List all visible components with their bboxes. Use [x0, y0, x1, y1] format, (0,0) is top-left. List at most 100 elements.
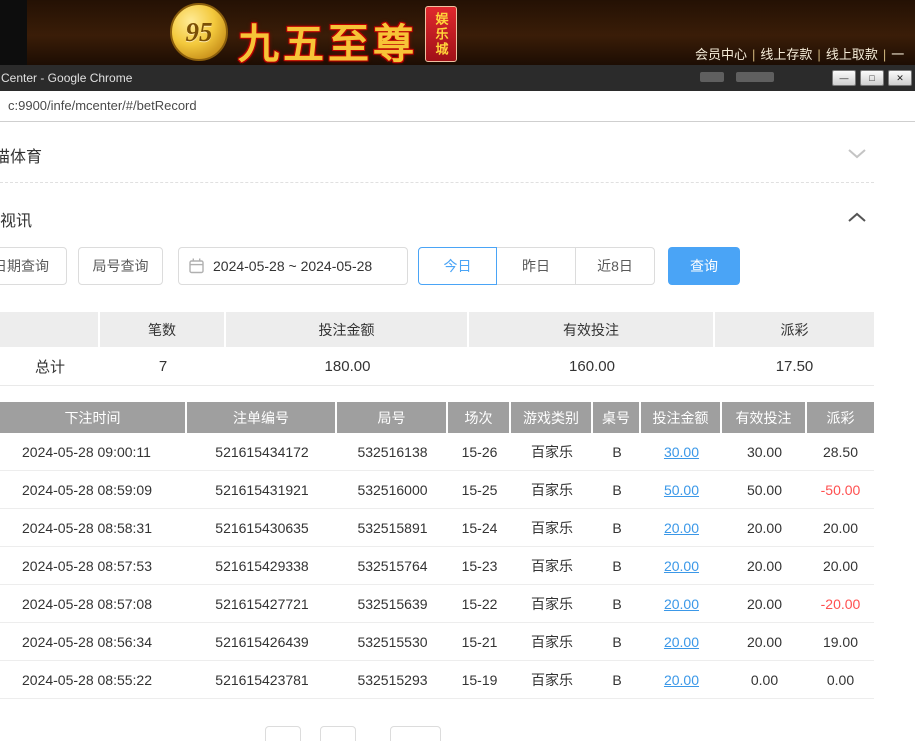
close-button[interactable]: ✕: [888, 70, 912, 86]
logo-text: 九五至尊: [238, 10, 418, 70]
date-range-input[interactable]: 2024-05-28 ~ 2024-05-28: [178, 247, 408, 285]
table-number: B: [593, 585, 641, 622]
table-row: 2024-05-28 08:55:22521615423781532515293…: [0, 661, 874, 699]
bet-amount-link[interactable]: 50.00: [641, 471, 722, 508]
valid-bet: 50.00: [722, 471, 807, 508]
yesterday-button[interactable]: 昨日: [496, 247, 576, 285]
table-number: B: [593, 433, 641, 470]
top-nav-link[interactable]: 线上存款: [760, 47, 812, 62]
bet-amount-link[interactable]: 20.00: [641, 547, 722, 584]
left-black-strip: [0, 0, 27, 65]
valid-bet: 20.00: [722, 509, 807, 546]
round-number: 532515639: [337, 585, 448, 622]
chevron-down-icon[interactable]: [848, 148, 866, 160]
bet-amount-link[interactable]: 30.00: [641, 433, 722, 470]
minimize-button[interactable]: —: [832, 70, 856, 86]
session: 15-19: [448, 661, 511, 698]
summary-header-cell: 投注金额: [226, 312, 469, 347]
records-header-row: 下注时间注单编号局号场次游戏类别桌号投注金额有效投注派彩: [0, 402, 874, 433]
summary-header-row: 笔数投注金额有效投注派彩: [0, 312, 874, 347]
bet-time: 2024-05-28 08:57:08: [0, 585, 187, 622]
table-number: B: [593, 623, 641, 660]
pagination: [0, 726, 874, 741]
bet-time: 2024-05-28 09:00:11: [0, 433, 187, 470]
top-nav-link[interactable]: 会员中心: [695, 47, 747, 62]
top-nav-link[interactable]: 一: [891, 47, 904, 62]
payout: -20.00: [807, 585, 874, 622]
summary-body-row: 总计7180.00160.0017.50: [0, 347, 874, 386]
round-number: 532515891: [337, 509, 448, 546]
bet-id: 521615427721: [187, 585, 337, 622]
records-header-cell: 注单编号: [187, 402, 337, 433]
pagination-button[interactable]: [390, 726, 441, 741]
payout: 28.50: [807, 433, 874, 470]
bet-time: 2024-05-28 08:56:34: [0, 623, 187, 660]
payout: 20.00: [807, 547, 874, 584]
summary-header-cell: 笔数: [100, 312, 226, 347]
today-button[interactable]: 今日: [418, 247, 497, 285]
browser-url-bar[interactable]: c:9900/infe/mcenter/#/betRecord: [0, 91, 915, 122]
bet-time: 2024-05-28 08:58:31: [0, 509, 187, 546]
table-number: B: [593, 471, 641, 508]
table-number: B: [593, 509, 641, 546]
table-row: 2024-05-28 09:00:11521615434172532516138…: [0, 433, 874, 471]
round-query-button[interactable]: 局号查询: [78, 247, 163, 285]
section-sports[interactable]: 猫体育: [0, 138, 874, 170]
section-video-label: 视讯: [0, 207, 32, 231]
last-8-days-button[interactable]: 近8日: [575, 247, 655, 285]
calendar-icon: [189, 258, 204, 274]
bet-amount-link[interactable]: 20.00: [641, 661, 722, 698]
bet-id: 521615434172: [187, 433, 337, 470]
summary-header-cell: [0, 312, 100, 347]
valid-bet: 20.00: [722, 547, 807, 584]
section-divider: [0, 182, 874, 183]
records-header-cell: 有效投注: [722, 402, 807, 433]
logo-coin-icon: 95: [170, 3, 228, 61]
pagination-button[interactable]: [320, 726, 356, 741]
query-button[interactable]: 查询: [668, 247, 740, 285]
records-header-cell: 派彩: [807, 402, 874, 433]
section-video[interactable]: 视讯: [0, 202, 874, 234]
table-row: 2024-05-28 08:59:09521615431921532516000…: [0, 471, 874, 509]
site-header: 95 九五至尊 娱乐城 会员中心|线上存款|线上取款|一: [0, 0, 915, 65]
game-type: 百家乐: [511, 585, 593, 622]
bet-id: 521615426439: [187, 623, 337, 660]
bet-amount-link[interactable]: 20.00: [641, 509, 722, 546]
date-query-button[interactable]: 日期查询: [0, 247, 67, 285]
table-row: 2024-05-28 08:57:53521615429338532515764…: [0, 547, 874, 585]
valid-bet: 0.00: [722, 661, 807, 698]
session: 15-23: [448, 547, 511, 584]
bet-time: 2024-05-28 08:57:53: [0, 547, 187, 584]
round-number: 532515530: [337, 623, 448, 660]
summary-header-cell: 派彩: [715, 312, 874, 347]
round-number: 532515293: [337, 661, 448, 698]
window-titlebar[interactable]: Center - Google Chrome: [0, 65, 915, 91]
session: 15-25: [448, 471, 511, 508]
bet-amount-link[interactable]: 20.00: [641, 623, 722, 660]
valid-bet: 20.00: [722, 623, 807, 660]
records-header-cell: 投注金额: [641, 402, 722, 433]
round-number: 532516138: [337, 433, 448, 470]
game-type: 百家乐: [511, 471, 593, 508]
valid-bet: 20.00: [722, 585, 807, 622]
records-body: 2024-05-28 09:00:11521615434172532516138…: [0, 433, 874, 699]
table-number: B: [593, 547, 641, 584]
chevron-up-icon[interactable]: [848, 212, 866, 224]
date-range-value: 2024-05-28 ~ 2024-05-28: [213, 258, 372, 274]
summary-value: 160.00: [469, 347, 715, 386]
page-content: 猫体育 视讯 日期查询 局号查询 2024-05-28 ~ 2: [0, 122, 915, 741]
bet-id: 521615423781: [187, 661, 337, 698]
window-title: Center - Google Chrome: [1, 71, 132, 85]
bet-id: 521615431921: [187, 471, 337, 508]
window-controls: —□✕: [832, 70, 912, 86]
top-nav-link[interactable]: 线上取款: [826, 47, 878, 62]
round-number: 532515764: [337, 547, 448, 584]
game-type: 百家乐: [511, 623, 593, 660]
filter-bar: 日期查询 局号查询 2024-05-28 ~ 2024-05-28 今日 昨日 …: [0, 247, 915, 285]
bet-id: 521615429338: [187, 547, 337, 584]
bet-amount-link[interactable]: 20.00: [641, 585, 722, 622]
nav-separator: |: [883, 47, 886, 62]
maximize-button[interactable]: □: [860, 70, 884, 86]
pagination-button[interactable]: [265, 726, 301, 741]
obscured-text-fragment: [736, 72, 774, 82]
